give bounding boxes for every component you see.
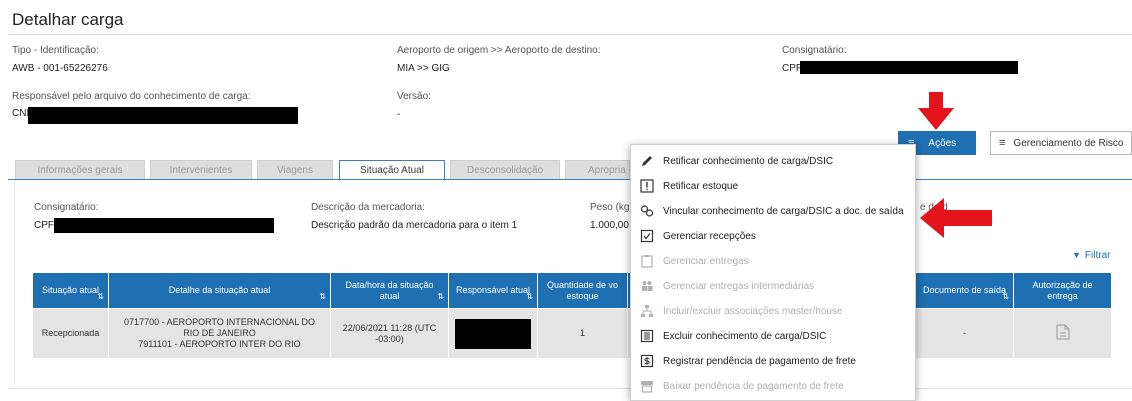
red-arrow-down-icon xyxy=(918,92,954,130)
tab-informacoes-gerais[interactable]: Informações gerais xyxy=(15,160,145,180)
gerenciamento-risco-button[interactable]: ≡ Gerenciamento de Risco xyxy=(990,131,1132,155)
cell-detalhe: 0717700 - AEROPORTO INTERNACIONAL DO RIO… xyxy=(108,308,331,359)
cell-autorizacao xyxy=(1013,308,1112,359)
header-autorizacao-entrega[interactable]: Autorização de entrega xyxy=(1013,272,1112,309)
tipo-label: Tipo - Identificação: xyxy=(12,45,99,56)
title-divider xyxy=(8,34,1132,35)
descricao-value: Descrição padrão da mercadoria para o it… xyxy=(311,220,518,231)
red-arrow-left-icon xyxy=(920,198,992,238)
trash-icon xyxy=(639,328,655,344)
table-header-row: Situação atual ⇅ Detalhe da situação atua… xyxy=(32,272,1112,309)
header-quantidade[interactable]: Quantidade de vo estoque xyxy=(537,272,628,309)
clipboard-check-icon xyxy=(639,228,655,244)
sort-icon[interactable]: ⇅ xyxy=(319,291,326,302)
bottom-divider xyxy=(8,388,1132,389)
menu-item-gerenciar-entregas-intermediarias[interactable]: Gerenciar entregas intermediárias xyxy=(631,275,915,297)
acoes-menu: Retificar conhecimento de carga/DSIC Ret… xyxy=(630,144,916,401)
cell-quantidade: 1 xyxy=(537,308,628,359)
situacao-consignatario-redaction xyxy=(54,218,274,233)
money-doc-icon xyxy=(639,353,655,369)
header-situacao[interactable]: Situação atual ⇅ xyxy=(32,272,109,309)
tab-situacao-atual[interactable]: Situação Atual xyxy=(339,160,445,181)
situacao-consignatario-value: CPF xyxy=(34,220,54,231)
sort-icon[interactable]: ⇅ xyxy=(97,291,104,302)
menu-item-baixar-pendencia[interactable]: Baixar pendência de pagamento de frete xyxy=(631,375,915,397)
exclamation-box-icon xyxy=(639,178,655,194)
clipboard-icon xyxy=(639,253,655,269)
consignatario-redaction xyxy=(800,61,1018,74)
aeroporto-label: Aeroporto de origem >> Aeroporto de dest… xyxy=(397,45,601,56)
menu-item-excluir-conhecimento[interactable]: Excluir conhecimento de carga/DSIC xyxy=(631,325,915,347)
consignatario-label: Consignatário: xyxy=(782,45,847,56)
hierarchy-icon xyxy=(639,303,655,319)
situacao-consignatario-label: Consignatário: xyxy=(34,202,99,213)
header-detalhe[interactable]: Detalhe da situação atual ⇅ xyxy=(108,272,331,309)
page-title: Detalhar carga xyxy=(12,10,124,29)
aeroporto-value: MIA >> GIG xyxy=(397,63,450,74)
menu-icon: ≡ xyxy=(999,137,1006,149)
people-icon xyxy=(639,278,655,294)
peso-value: 1.000,00 xyxy=(590,220,629,231)
menu-item-retificar-estoque[interactable]: Retificar estoque xyxy=(631,175,915,197)
tab-intervenientes[interactable]: Intervenientes xyxy=(150,160,252,180)
menu-item-gerenciar-entregas[interactable]: Gerenciar entregas xyxy=(631,250,915,272)
filter-icon: ▼ xyxy=(1072,250,1081,260)
versao-label: Versão: xyxy=(397,91,431,102)
acoes-label: Ações xyxy=(928,137,957,149)
header-datahora[interactable]: Data/hora da situação atual ⇅ xyxy=(330,272,449,309)
money-box-icon xyxy=(639,378,655,394)
responsavel-redaction xyxy=(455,318,531,349)
versao-value: - xyxy=(397,109,401,120)
tab-apropriacao[interactable]: Apropria xyxy=(565,160,630,180)
sort-icon[interactable]: ⇅ xyxy=(437,291,444,302)
menu-item-retificar-conhecimento[interactable]: Retificar conhecimento de carga/DSIC xyxy=(631,150,915,172)
cell-datahora: 22/06/2021 11:28 (UTC -03:00) xyxy=(330,308,449,359)
situacao-table: Situação atual ⇅ Detalhe da situação atua… xyxy=(32,272,1112,359)
descricao-label: Descrição da mercadoria: xyxy=(311,202,425,213)
responsavel-redaction xyxy=(28,107,298,124)
header-responsavel[interactable]: Responsável atual ⇅ xyxy=(448,272,538,309)
cell-situacao: Recepcionada xyxy=(32,308,109,359)
cell-responsavel xyxy=(448,308,538,359)
tab-viagens[interactable]: Viagens xyxy=(257,160,333,180)
cell-documento: - xyxy=(915,308,1014,359)
sort-icon[interactable]: ⇅ xyxy=(1002,291,1009,302)
menu-item-vincular-conhecimento[interactable]: Vincular conhecimento de carga/DSIC a do… xyxy=(631,200,915,222)
peso-label: Peso (kg): xyxy=(590,202,636,213)
link-icon xyxy=(639,203,655,219)
consignatario-value: CPF xyxy=(782,63,802,74)
document-icon[interactable] xyxy=(1056,324,1070,340)
responsavel-label: Responsável pelo arquivo do conhecimento… xyxy=(12,91,251,102)
menu-item-gerenciar-recepcoes[interactable]: Gerenciar recepções xyxy=(631,225,915,247)
menu-item-registrar-pendencia[interactable]: Registrar pendência de pagamento de fret… xyxy=(631,350,915,372)
filtrar-label: Filtrar xyxy=(1084,250,1111,261)
header-documento-saida[interactable]: Documento de saída ⇅ xyxy=(915,272,1014,309)
sort-icon[interactable]: ⇅ xyxy=(526,291,533,302)
filtrar-link[interactable]: ▼ Filtrar xyxy=(1072,250,1110,261)
gerenciamento-label: Gerenciamento de Risco xyxy=(1013,137,1124,149)
table-row[interactable]: Recepcionada 0717700 - AEROPORTO INTERNA… xyxy=(32,308,1112,359)
menu-item-incluir-excluir-associacoes[interactable]: Incluir/excluir associações master/house xyxy=(631,300,915,322)
tipo-value: AWB - 001-65226276 xyxy=(12,63,108,74)
pencil-icon xyxy=(639,153,655,169)
tab-desconsolidacao[interactable]: Desconsolidação xyxy=(450,160,560,180)
